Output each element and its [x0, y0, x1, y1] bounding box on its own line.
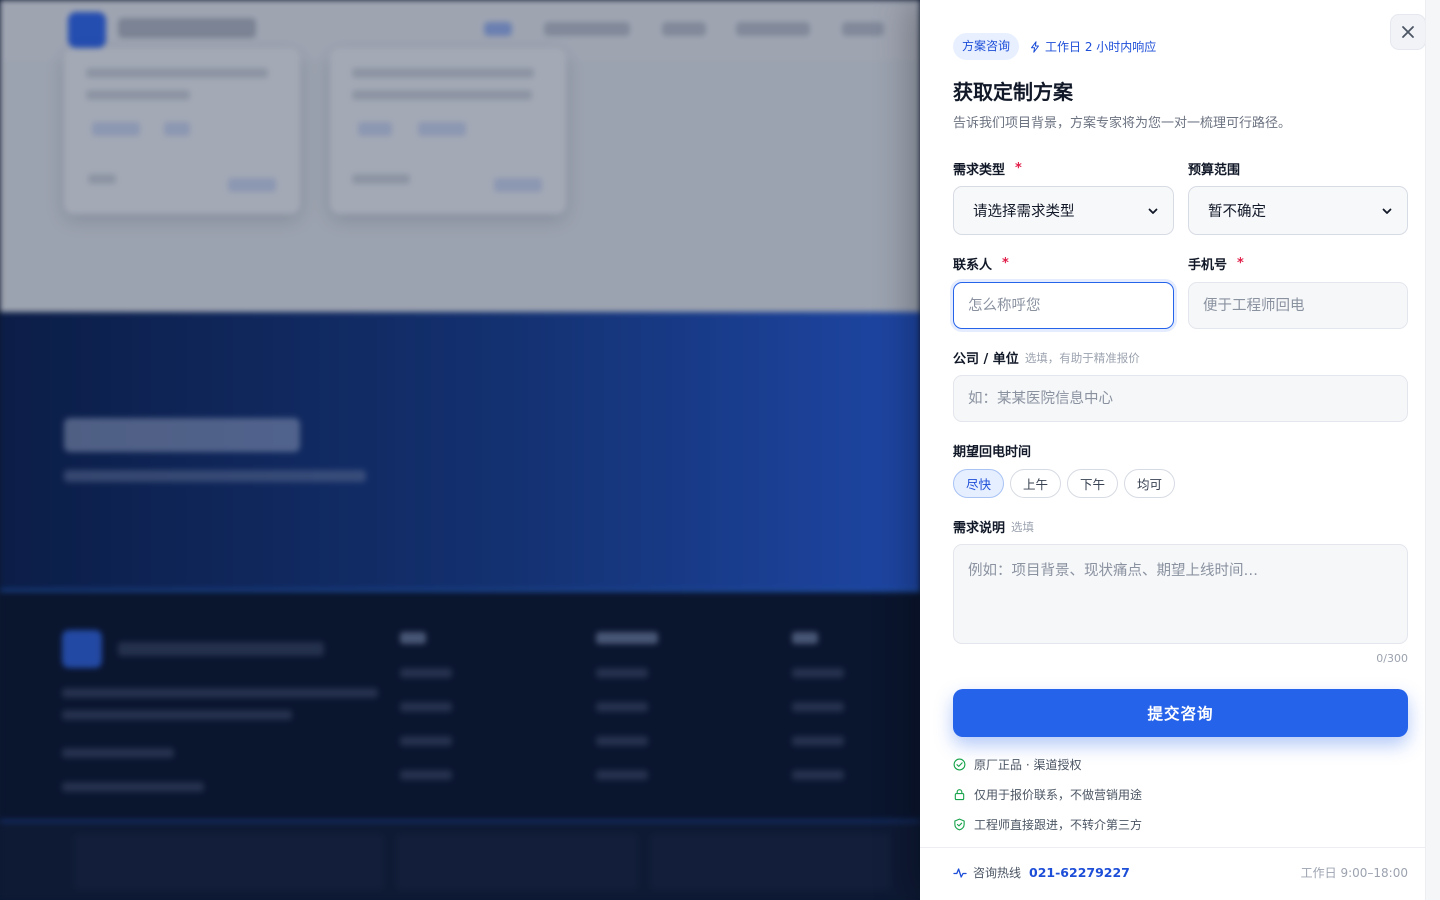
description-label-text: 需求说明 — [953, 521, 1006, 536]
submit-button[interactable]: 提交咨询 — [953, 689, 1408, 737]
demand-type-label: 需求类型 * — [953, 159, 1022, 178]
demand-type-label-text: 需求类型 — [953, 163, 1006, 178]
response-note: 工作日 2 小时内响应 — [1029, 38, 1156, 55]
contact-label: 联系人 * — [953, 254, 1009, 273]
budget-value: 暂不确定 — [1208, 204, 1266, 220]
phone-input[interactable] — [1188, 282, 1408, 329]
chevron-down-icon — [1148, 208, 1158, 214]
callback-option-asap[interactable]: 尽快 — [953, 469, 1005, 498]
assurance-item: 工程师直接跟进，不转介第三方 — [953, 816, 1142, 833]
close-button[interactable] — [1390, 14, 1426, 50]
lock-icon — [954, 789, 965, 801]
callback-option-morning[interactable]: 上午 — [1010, 469, 1062, 498]
category-badge: 方案咨询 — [953, 33, 1020, 60]
description-textarea[interactable] — [953, 544, 1408, 644]
drawer-header-meta: 方案咨询 工作日 2 小时内响应 — [953, 33, 1156, 60]
demand-type-value: 请选择需求类型 — [973, 204, 1075, 220]
description-label: 需求说明 选填 — [953, 517, 1035, 537]
pulse-icon — [953, 867, 967, 878]
company-hint: 选填，有助于精准报价 — [1024, 350, 1140, 365]
hotline-number[interactable]: 021-62279227 — [1029, 865, 1130, 880]
char-counter: 0/300 — [1376, 652, 1408, 665]
callback-time-label: 期望回电时间 — [953, 441, 1031, 460]
drawer-title: 获取定制方案 — [953, 80, 1073, 104]
drawer-subtitle: 告诉我们项目背景，方案专家将为您一对一梳理可行路径。 — [953, 116, 1292, 131]
assurance-item: 仅用于报价联系，不做营销用途 — [953, 786, 1142, 803]
demand-type-select[interactable]: 请选择需求类型 — [953, 186, 1174, 235]
budget-label: 预算范围 — [1188, 159, 1240, 178]
lightning-icon — [1031, 40, 1040, 53]
response-note-text: 工作日 2 小时内响应 — [1045, 40, 1157, 54]
drawer-scrollbar[interactable] — [1425, 0, 1440, 900]
callback-time-label-text: 期望回电时间 — [953, 445, 1032, 460]
assurance-text: 仅用于报价联系，不做营销用途 — [974, 788, 1143, 802]
hotline: 咨询热线 021-62279227 — [953, 864, 1130, 881]
phone-label: 手机号 * — [1188, 254, 1244, 273]
chevron-down-icon — [1382, 208, 1392, 214]
callback-time-options: 尽快 上午 下午 均可 — [953, 469, 1176, 498]
phone-label-text: 手机号 — [1188, 258, 1228, 273]
consult-drawer: 方案咨询 工作日 2 小时内响应 获取定制方案 告诉我们项目背景，方案专家将为您… — [920, 0, 1440, 900]
check-circle-icon — [953, 758, 966, 771]
assurance-text: 工程师直接跟进，不转介第三方 — [974, 818, 1143, 832]
required-mark: * — [1002, 256, 1009, 271]
budget-label-text: 预算范围 — [1188, 163, 1241, 178]
description-hint: 选填 — [1011, 519, 1035, 534]
company-label: 公司 / 单位 选填，有助于精准报价 — [953, 348, 1140, 368]
assurance-text: 原厂正品 · 渠道授权 — [974, 758, 1082, 772]
contact-label-text: 联系人 — [953, 258, 993, 273]
required-mark: * — [1015, 161, 1022, 176]
company-label-text: 公司 / 单位 — [953, 352, 1019, 367]
modal-overlay[interactable] — [0, 0, 920, 900]
contact-name-input[interactable] — [953, 282, 1174, 329]
assurance-item: 原厂正品 · 渠道授权 — [953, 756, 1081, 773]
callback-option-afternoon[interactable]: 下午 — [1067, 469, 1119, 498]
budget-select[interactable]: 暂不确定 — [1188, 186, 1408, 235]
service-hours: 工作日 9:00–18:00 — [1300, 866, 1408, 880]
required-mark: * — [1237, 256, 1244, 271]
close-icon — [1402, 26, 1414, 38]
hotline-label: 咨询热线 — [973, 866, 1022, 880]
company-input[interactable] — [953, 375, 1408, 422]
shield-check-icon — [954, 818, 965, 831]
callback-option-any[interactable]: 均可 — [1124, 469, 1176, 498]
